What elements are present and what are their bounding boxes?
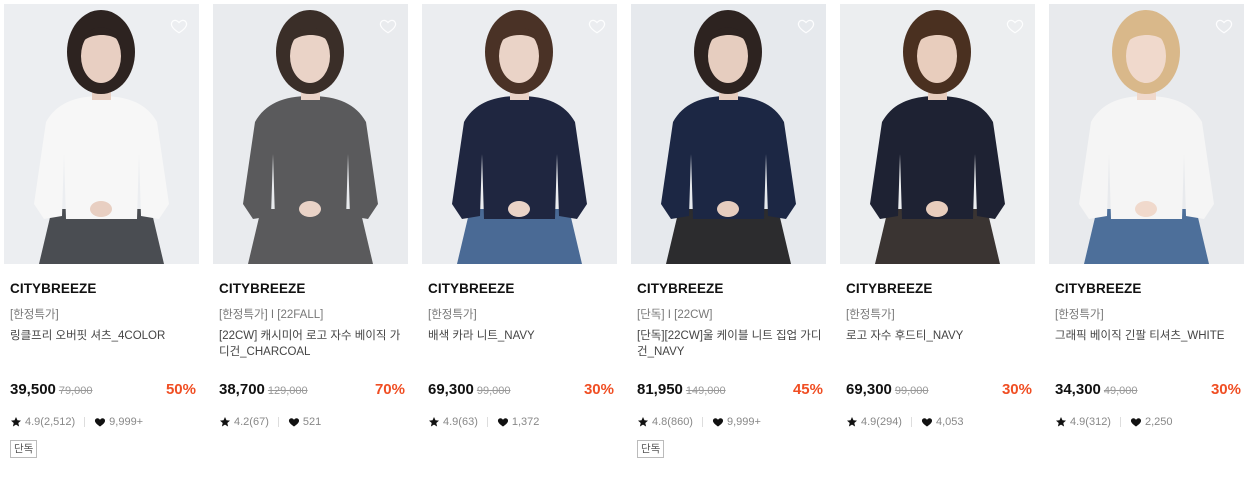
divider	[1119, 417, 1121, 427]
promo-tag: [한정특가]	[10, 309, 59, 321]
original-price: 149,000	[685, 385, 726, 397]
like-count: 9,999+	[726, 416, 761, 428]
wishlist-heart-icon[interactable]	[1005, 16, 1025, 36]
star-icon	[846, 416, 858, 428]
sale-price: 69,300	[428, 381, 474, 398]
like-count: 2,250	[1144, 416, 1173, 428]
product-name[interactable]: 로고 자수 후드티_NAVY	[846, 328, 1032, 344]
product-meta: 4.2(67) 521	[219, 416, 321, 428]
price-row: 69,300 99,000 30%	[846, 381, 1032, 401]
divider	[84, 417, 86, 427]
wishlist-heart-icon[interactable]	[378, 16, 398, 36]
heart-filled-icon	[921, 416, 933, 428]
star-icon	[10, 416, 22, 428]
original-price: 129,000	[267, 385, 308, 397]
like-count: 521	[302, 416, 322, 428]
product-grid: CITYBREEZE [한정특가] 링클프리 오버핏 셔츠_4COLOR 39,…	[0, 0, 1249, 493]
heart-filled-icon	[1130, 416, 1142, 428]
like-count: 1,372	[511, 416, 540, 428]
discount-rate: 45%	[792, 381, 823, 398]
star-icon	[219, 416, 231, 428]
product-card[interactable]: CITYBREEZE [한정특가] 로고 자수 후드티_NAVY 69,300 9…	[840, 0, 1038, 493]
brand-name[interactable]: CITYBREEZE	[1055, 281, 1142, 296]
product-card[interactable]: CITYBREEZE [한정특가] 배색 카라 니트_NAVY 69,300 99…	[422, 0, 620, 493]
product-meta: 4.9(63) 1,372	[428, 416, 539, 428]
sale-price: 34,300	[1055, 381, 1101, 398]
product-card[interactable]: CITYBREEZE [한정특가] I [22FALL] [22CW] 캐시미어…	[213, 0, 411, 493]
star-icon	[428, 416, 440, 428]
divider	[277, 417, 279, 427]
promo-tag: [한정특가]	[1055, 309, 1104, 321]
price-row: 69,300 99,000 30%	[428, 381, 614, 401]
divider	[486, 417, 488, 427]
discount-rate: 30%	[1210, 381, 1241, 398]
product-meta: 4.9(312) 2,250	[1055, 416, 1173, 428]
promo-tag: [한정특가]	[428, 309, 477, 321]
promo-tag: [단독] I [22CW]	[637, 309, 713, 321]
model-charcoal-cardigan-image[interactable]	[213, 4, 408, 264]
model-white-graphic-tee-image[interactable]	[1049, 4, 1244, 264]
wishlist-heart-icon[interactable]	[169, 16, 189, 36]
heart-filled-icon	[712, 416, 724, 428]
rating-text: 4.2(67)	[234, 416, 269, 428]
product-card[interactable]: CITYBREEZE [한정특가] 그래픽 베이직 긴팔 티셔츠_WHITE 3…	[1049, 0, 1247, 493]
promo-tag: [한정특가]	[846, 309, 895, 321]
price-row: 38,700 129,000 70%	[219, 381, 405, 401]
original-price: 79,000	[58, 385, 93, 397]
rating-text: 4.9(312)	[1070, 416, 1111, 428]
product-name[interactable]: [단독][22CW]울 케이블 니트 집업 가디건_NAVY	[637, 328, 823, 360]
model-navy-hoodie-image[interactable]	[840, 4, 1035, 264]
model-navy-cable-zipup-image[interactable]	[631, 4, 826, 264]
brand-name[interactable]: CITYBREEZE	[846, 281, 933, 296]
like-count: 4,053	[935, 416, 964, 428]
brand-name[interactable]: CITYBREEZE	[219, 281, 306, 296]
product-card[interactable]: CITYBREEZE [단독] I [22CW] [단독][22CW]울 케이블…	[631, 0, 829, 493]
brand-name[interactable]: CITYBREEZE	[428, 281, 515, 296]
heart-filled-icon	[94, 416, 106, 428]
product-name[interactable]: 그래픽 베이직 긴팔 티셔츠_WHITE	[1055, 328, 1241, 344]
sale-price: 69,300	[846, 381, 892, 398]
discount-rate: 50%	[165, 381, 196, 398]
heart-filled-icon	[288, 416, 300, 428]
model-white-shirt-image[interactable]	[4, 4, 199, 264]
like-count: 9,999+	[109, 416, 144, 428]
product-meta: 4.9(2,512) 9,999+	[10, 416, 143, 428]
wishlist-heart-icon[interactable]	[587, 16, 607, 36]
product-meta: 4.8(860) 9,999+	[637, 416, 761, 428]
promo-tag: [한정특가] I [22FALL]	[219, 309, 324, 321]
product-name[interactable]: 배색 카라 니트_NAVY	[428, 328, 614, 344]
wishlist-heart-icon[interactable]	[796, 16, 816, 36]
model-navy-knit-image[interactable]	[422, 4, 617, 264]
product-name[interactable]: [22CW] 캐시미어 로고 자수 베이직 가디건_CHARCOAL	[219, 328, 405, 360]
price-row: 34,300 49,000 30%	[1055, 381, 1241, 401]
brand-name[interactable]: CITYBREEZE	[637, 281, 724, 296]
rating-text: 4.9(294)	[861, 416, 902, 428]
sale-price: 39,500	[10, 381, 56, 398]
original-price: 49,000	[1103, 385, 1138, 397]
product-meta: 4.9(294) 4,053	[846, 416, 964, 428]
divider	[910, 417, 912, 427]
original-price: 99,000	[476, 385, 511, 397]
price-row: 39,500 79,000 50%	[10, 381, 196, 401]
sale-price: 81,950	[637, 381, 683, 398]
exclusive-badge: 단독	[10, 440, 38, 458]
product-name[interactable]: 링클프리 오버핏 셔츠_4COLOR	[10, 328, 196, 344]
discount-rate: 70%	[374, 381, 405, 398]
price-row: 81,950 149,000 45%	[637, 381, 823, 401]
product-card[interactable]: CITYBREEZE [한정특가] 링클프리 오버핏 셔츠_4COLOR 39,…	[4, 0, 202, 493]
rating-text: 4.8(860)	[652, 416, 693, 428]
star-icon	[1055, 416, 1067, 428]
rating-text: 4.9(63)	[443, 416, 478, 428]
wishlist-heart-icon[interactable]	[1214, 16, 1234, 36]
sale-price: 38,700	[219, 381, 265, 398]
star-icon	[637, 416, 649, 428]
exclusive-badge: 단독	[637, 440, 665, 458]
discount-rate: 30%	[1001, 381, 1032, 398]
heart-filled-icon	[497, 416, 509, 428]
rating-text: 4.9(2,512)	[25, 416, 76, 428]
brand-name[interactable]: CITYBREEZE	[10, 281, 97, 296]
original-price: 99,000	[894, 385, 929, 397]
discount-rate: 30%	[583, 381, 614, 398]
divider	[701, 417, 703, 427]
